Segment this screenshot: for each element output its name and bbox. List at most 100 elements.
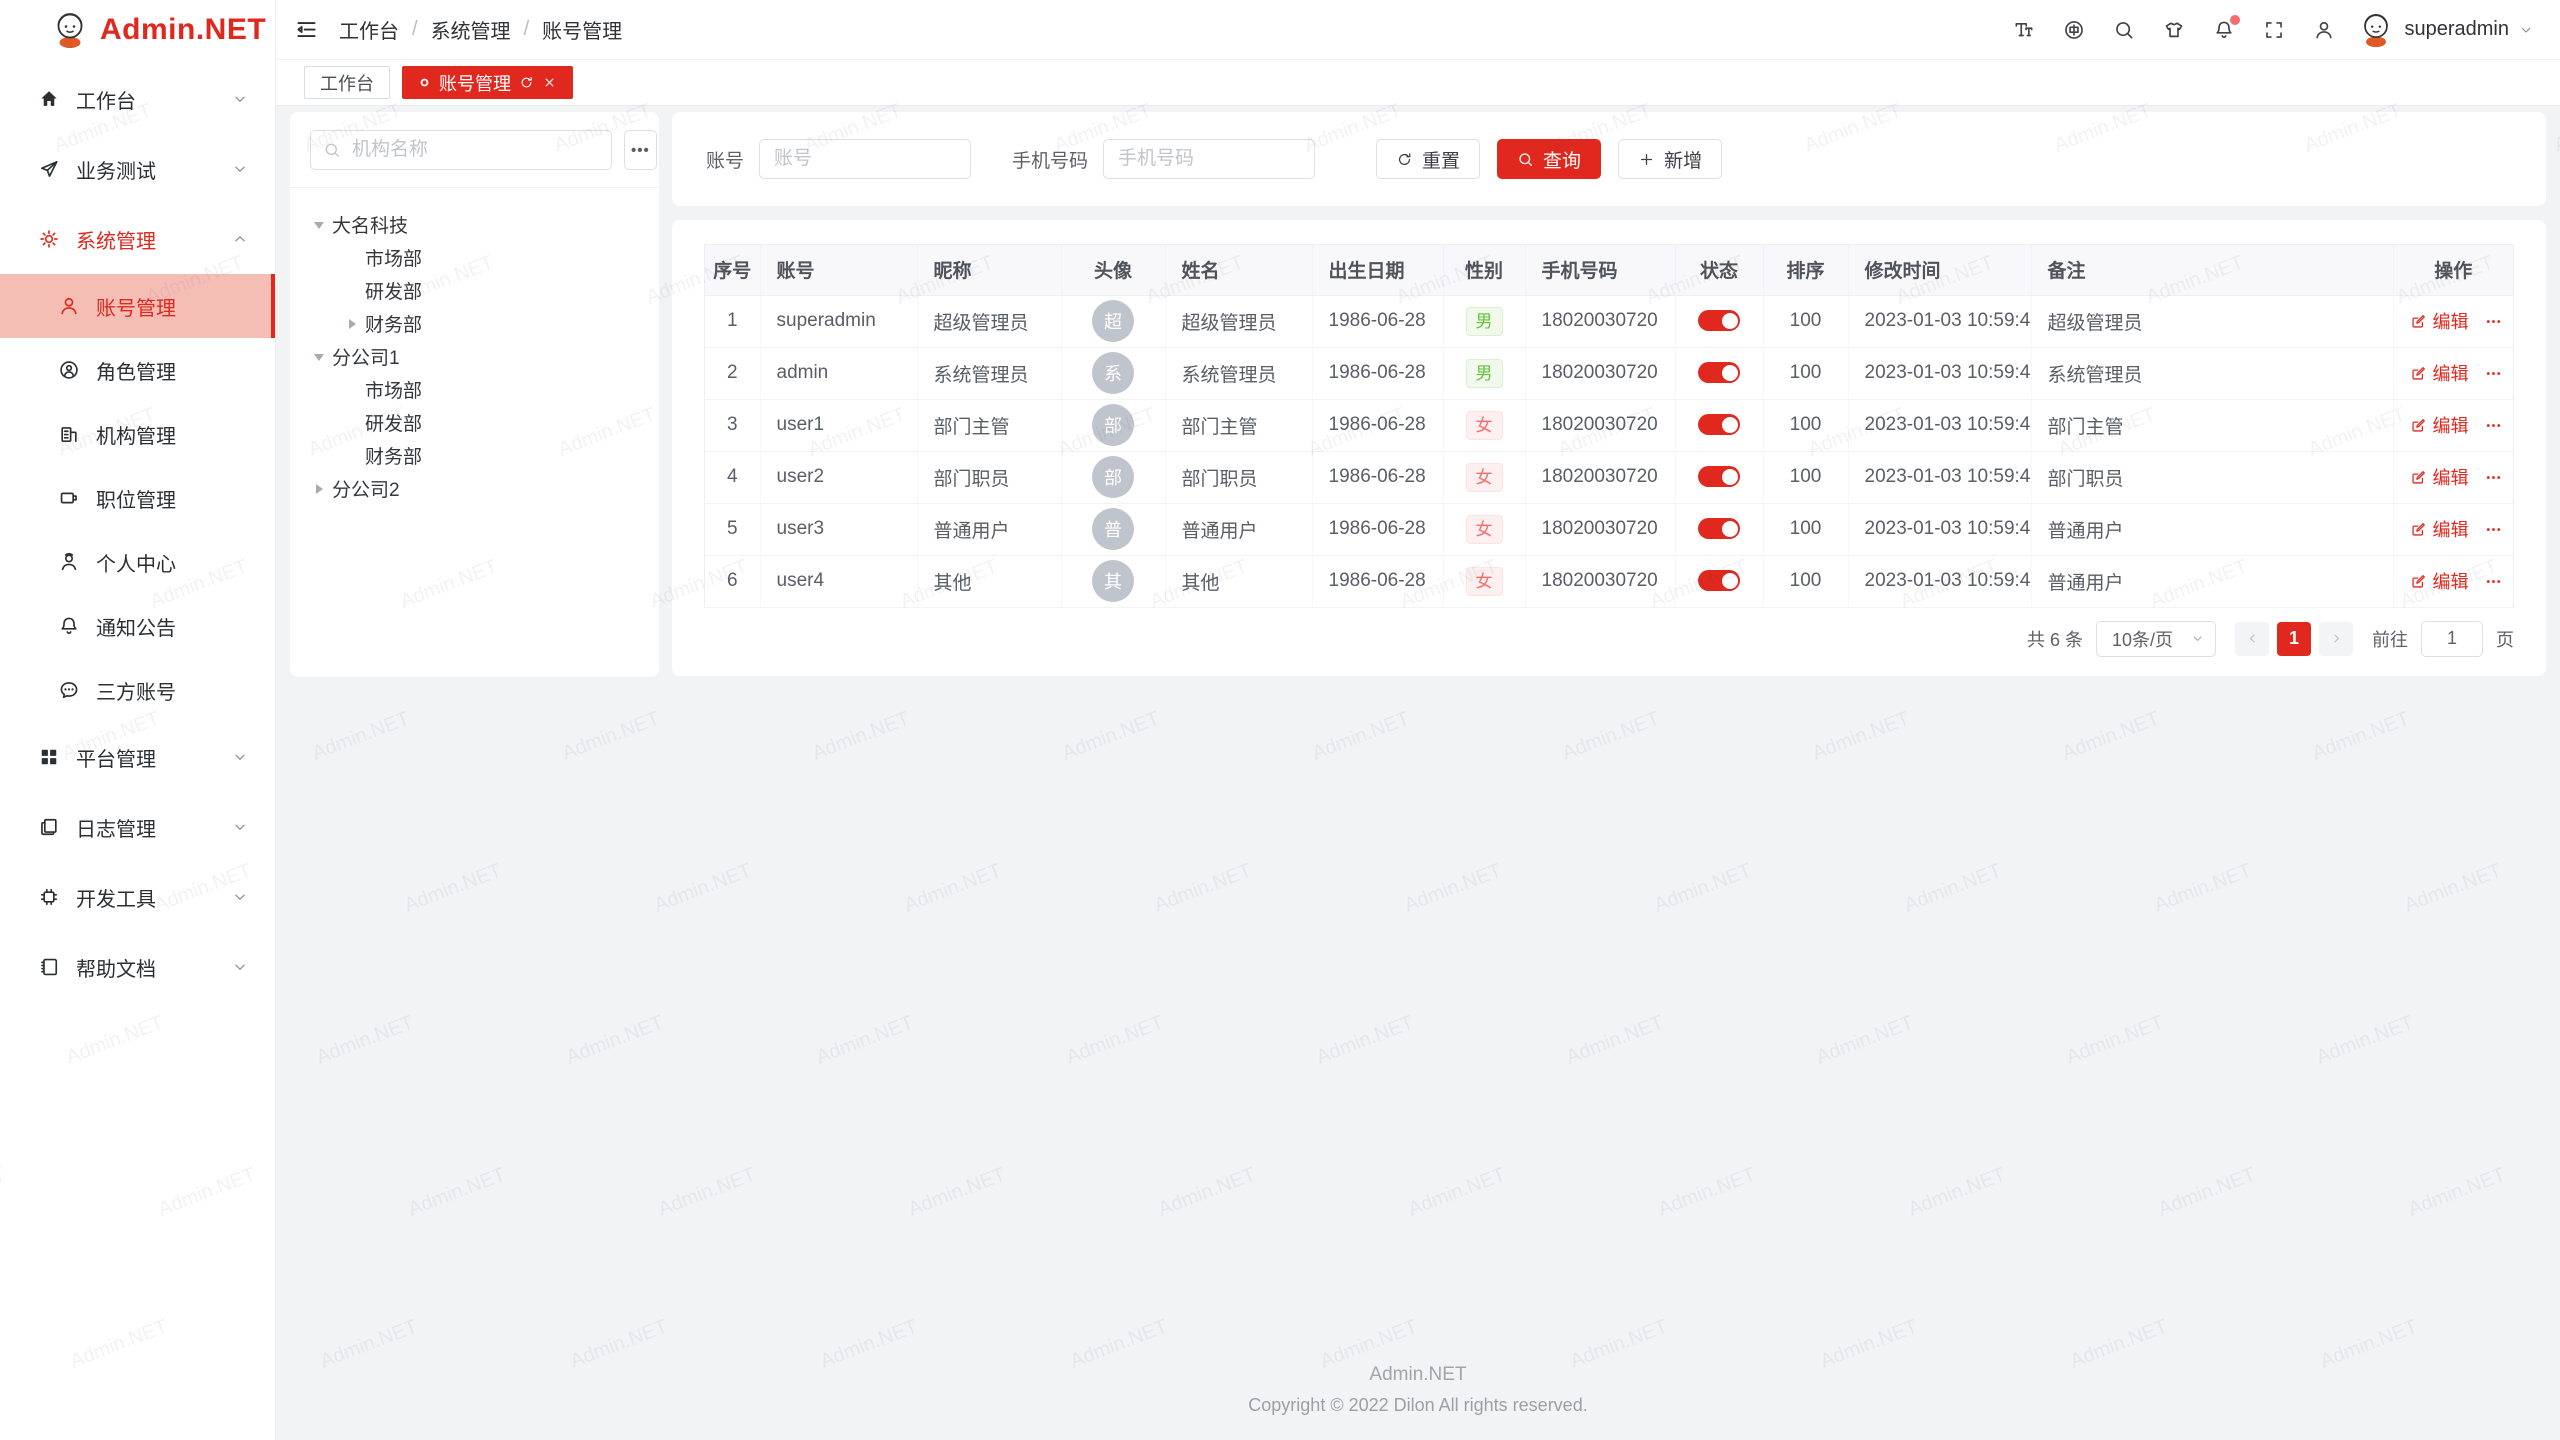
tab-workbench[interactable]: 工作台: [304, 66, 390, 99]
search-icon: [323, 141, 341, 159]
theme-icon[interactable]: [2163, 19, 2185, 41]
org-search-input[interactable]: [350, 138, 599, 162]
sidebar-item-platform-management[interactable]: 平台管理: [0, 722, 275, 792]
profile-icon[interactable]: [2313, 19, 2335, 41]
breadcrumb-item-1[interactable]: 系统管理: [431, 15, 511, 44]
sidebar-item-help-docs[interactable]: 帮助文档: [0, 932, 275, 1002]
tools-icon: [38, 886, 60, 908]
sidebar-subitem-role-management[interactable]: 角色管理: [0, 338, 275, 402]
row-more-button[interactable]: [2484, 468, 2503, 487]
search-button[interactable]: 查询: [1497, 139, 1601, 179]
account-input[interactable]: [759, 139, 971, 179]
status-toggle[interactable]: [1698, 310, 1740, 331]
sidebar-item-workbench[interactable]: 工作台: [0, 64, 275, 134]
sidebar-subitem-position-management[interactable]: 职位管理: [0, 466, 275, 530]
tree-node[interactable]: 分公司1: [298, 340, 651, 373]
add-button[interactable]: 新增: [1618, 139, 1722, 179]
cell-modified-time: 2023-01-03 10:59:44: [1848, 503, 2031, 555]
search-icon[interactable]: [2113, 19, 2135, 41]
fullscreen-icon[interactable]: [2263, 19, 2285, 41]
tree-node[interactable]: 市场部: [298, 241, 651, 274]
pagination: 共 6 条 10条/页 1 前往 页: [704, 608, 2514, 670]
edit-button[interactable]: 编辑: [2410, 516, 2469, 542]
language-icon[interactable]: [2063, 19, 2085, 41]
cell-account: user4: [760, 555, 917, 607]
tree-caret-placeholder: [339, 248, 365, 268]
gender-tag: 女: [1466, 463, 1503, 492]
cell-birth-date: 1986-06-28: [1312, 347, 1443, 399]
edit-button[interactable]: 编辑: [2410, 360, 2469, 386]
app-logo[interactable]: Admin.NET: [0, 0, 275, 60]
breadcrumb-item-0[interactable]: 工作台: [339, 15, 399, 44]
breadcrumb-separator: /: [524, 18, 530, 41]
column-header-9: 排序: [1763, 245, 1848, 295]
status-toggle[interactable]: [1698, 518, 1740, 539]
tree-node[interactable]: 研发部: [298, 406, 651, 439]
status-toggle[interactable]: [1698, 466, 1740, 487]
send-icon: [38, 158, 60, 180]
column-header-0: 序号: [705, 245, 760, 295]
column-header-1: 账号: [760, 245, 917, 295]
sidebar-item-system-management[interactable]: 系统管理: [0, 204, 275, 274]
tree-node[interactable]: 市场部: [298, 373, 651, 406]
row-more-button[interactable]: [2484, 572, 2503, 591]
sidebar-subitem-third-party-account[interactable]: 三方账号: [0, 658, 275, 722]
next-page-button[interactable]: [2319, 622, 2353, 656]
close-icon[interactable]: [542, 75, 557, 90]
role-icon: [58, 359, 80, 381]
tree-node[interactable]: 大名科技: [298, 208, 651, 241]
font-size-icon[interactable]: [2013, 19, 2035, 41]
status-toggle[interactable]: [1698, 362, 1740, 383]
breadcrumb-item-2[interactable]: 账号管理: [542, 15, 622, 44]
sidebar-item-business-test[interactable]: 业务测试: [0, 134, 275, 204]
collapse-sidebar-icon[interactable]: [294, 17, 319, 42]
log-icon: [38, 816, 60, 838]
cell-name: 系统管理员: [1165, 347, 1312, 399]
cell-birth-date: 1986-06-28: [1312, 399, 1443, 451]
cell-remark: 部门主管: [2031, 399, 2393, 451]
cell-birth-date: 1986-06-28: [1312, 451, 1443, 503]
sidebar-subitem-personal-center[interactable]: 个人中心: [0, 530, 275, 594]
sidebar-subitem-notice[interactable]: 通知公告: [0, 594, 275, 658]
sidebar-item-dev-tools[interactable]: 开发工具: [0, 862, 275, 932]
edit-button[interactable]: 编辑: [2410, 464, 2469, 490]
tab-account-management[interactable]: 账号管理: [402, 66, 573, 99]
goto-page-input[interactable]: [2421, 621, 2483, 657]
page-1-button[interactable]: 1: [2277, 622, 2311, 656]
tree-node[interactable]: 分公司2: [298, 472, 651, 505]
tree-node[interactable]: 财务部: [298, 439, 651, 472]
edit-button[interactable]: 编辑: [2410, 568, 2469, 594]
user-avatar: [2357, 11, 2395, 49]
prev-page-button[interactable]: [2235, 622, 2269, 656]
status-toggle[interactable]: [1698, 414, 1740, 435]
refresh-icon[interactable]: [519, 75, 534, 90]
tree-caret-icon[interactable]: [339, 314, 365, 334]
tree-caret-icon[interactable]: [306, 215, 332, 235]
row-more-button[interactable]: [2484, 416, 2503, 435]
tree-caret-icon[interactable]: [306, 479, 332, 499]
topbar: 工作台/系统管理/账号管理 superadmin: [276, 0, 2560, 60]
phone-input[interactable]: [1103, 139, 1315, 179]
edit-button[interactable]: 编辑: [2410, 308, 2469, 334]
row-more-button[interactable]: [2484, 364, 2503, 383]
avatar: 超: [1092, 300, 1134, 342]
notification-icon[interactable]: [2213, 19, 2235, 41]
bell-icon: [58, 615, 80, 637]
reset-button[interactable]: 重置: [1376, 139, 1480, 179]
status-toggle[interactable]: [1698, 570, 1740, 591]
row-more-button[interactable]: [2484, 312, 2503, 331]
user-menu[interactable]: superadmin: [2357, 11, 2534, 49]
tree-caret-icon[interactable]: [306, 347, 332, 367]
tree-node[interactable]: 研发部: [298, 274, 651, 307]
sidebar-subitem-org-management[interactable]: 机构管理: [0, 402, 275, 466]
sidebar-item-label: 系统管理: [76, 225, 231, 254]
row-more-button[interactable]: [2484, 520, 2503, 539]
cell-nickname: 系统管理员: [917, 347, 1061, 399]
chevron-down-icon: [231, 818, 249, 836]
sidebar-subitem-account-management[interactable]: 账号管理: [0, 274, 275, 338]
tree-node[interactable]: 财务部: [298, 307, 651, 340]
org-more-button[interactable]: •••: [624, 130, 657, 170]
sidebar-item-log-management[interactable]: 日志管理: [0, 792, 275, 862]
page-size-select[interactable]: 10条/页: [2096, 621, 2216, 657]
edit-button[interactable]: 编辑: [2410, 412, 2469, 438]
